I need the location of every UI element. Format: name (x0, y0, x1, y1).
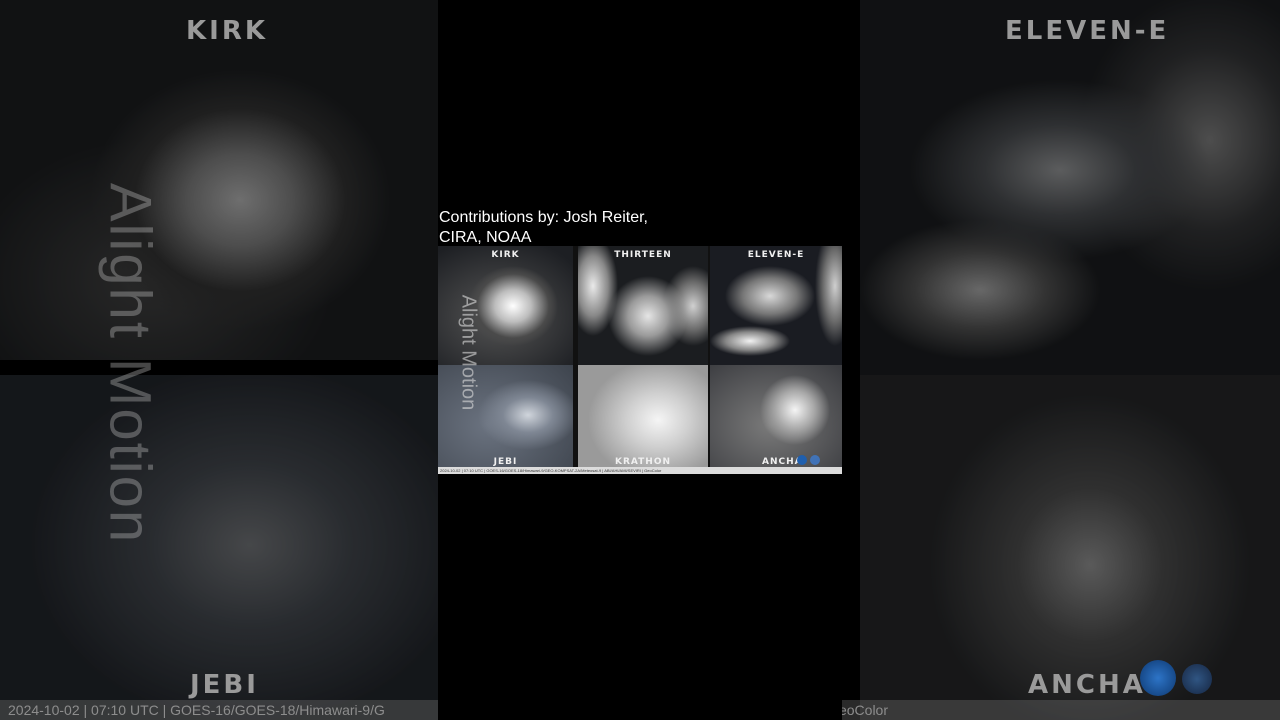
video-frame: Contributions by: Josh Reiter, CIRA, NOA… (438, 0, 842, 720)
background-label-jebi: JEBI (190, 670, 259, 700)
background-label-eleven-e: ELEVEN-E (1005, 16, 1170, 46)
panel-watermark: Alight Motion (457, 294, 480, 411)
noaa-logo-icon (1140, 660, 1176, 696)
panel-krathon: KRATHON (578, 365, 708, 474)
panel-eleven-e: ELEVEN-E (710, 246, 842, 365)
satellite-panel-grid: KIRK THIRTEEN ELEVEN-E JEBI KRATHON ANCH… (438, 246, 842, 474)
credit-text: Contributions by: Josh Reiter, CIRA, NOA… (439, 208, 739, 248)
panel-label-eleven-e: ELEVEN-E (747, 250, 805, 260)
panel-thirteen: THIRTEEN (578, 246, 708, 365)
cira-small-logo-icon (810, 455, 820, 465)
panel-label-ancha: ANCHA (762, 457, 803, 467)
noaa-small-logo-icon (797, 455, 807, 465)
credit-line-2: CIRA, NOAA (439, 229, 532, 246)
panel-label-krathon: KRATHON (614, 457, 672, 467)
panel-footer: 2024-10-02 | 07:10 UTC | GOES-16/GOES-18… (438, 467, 842, 474)
panel-ancha: ANCHA (710, 365, 842, 474)
cira-logo-icon (1182, 664, 1212, 694)
background-footer-left: 2024-10-02 | 07:10 UTC | GOES-16/GOES-18… (8, 702, 385, 718)
panel-label-jebi: JEBI (493, 457, 518, 467)
background-footer-right: eoColor (838, 702, 888, 718)
panel-label-kirk: KIRK (491, 250, 520, 260)
background-watermark: Alight Motion (97, 182, 163, 545)
background-label-ancha: ANCHA (1028, 670, 1146, 700)
background-label-kirk: KIRK (186, 16, 268, 46)
credit-line-1: Contributions by: Josh Reiter, (439, 209, 648, 226)
panel-label-thirteen: THIRTEEN (614, 250, 672, 260)
